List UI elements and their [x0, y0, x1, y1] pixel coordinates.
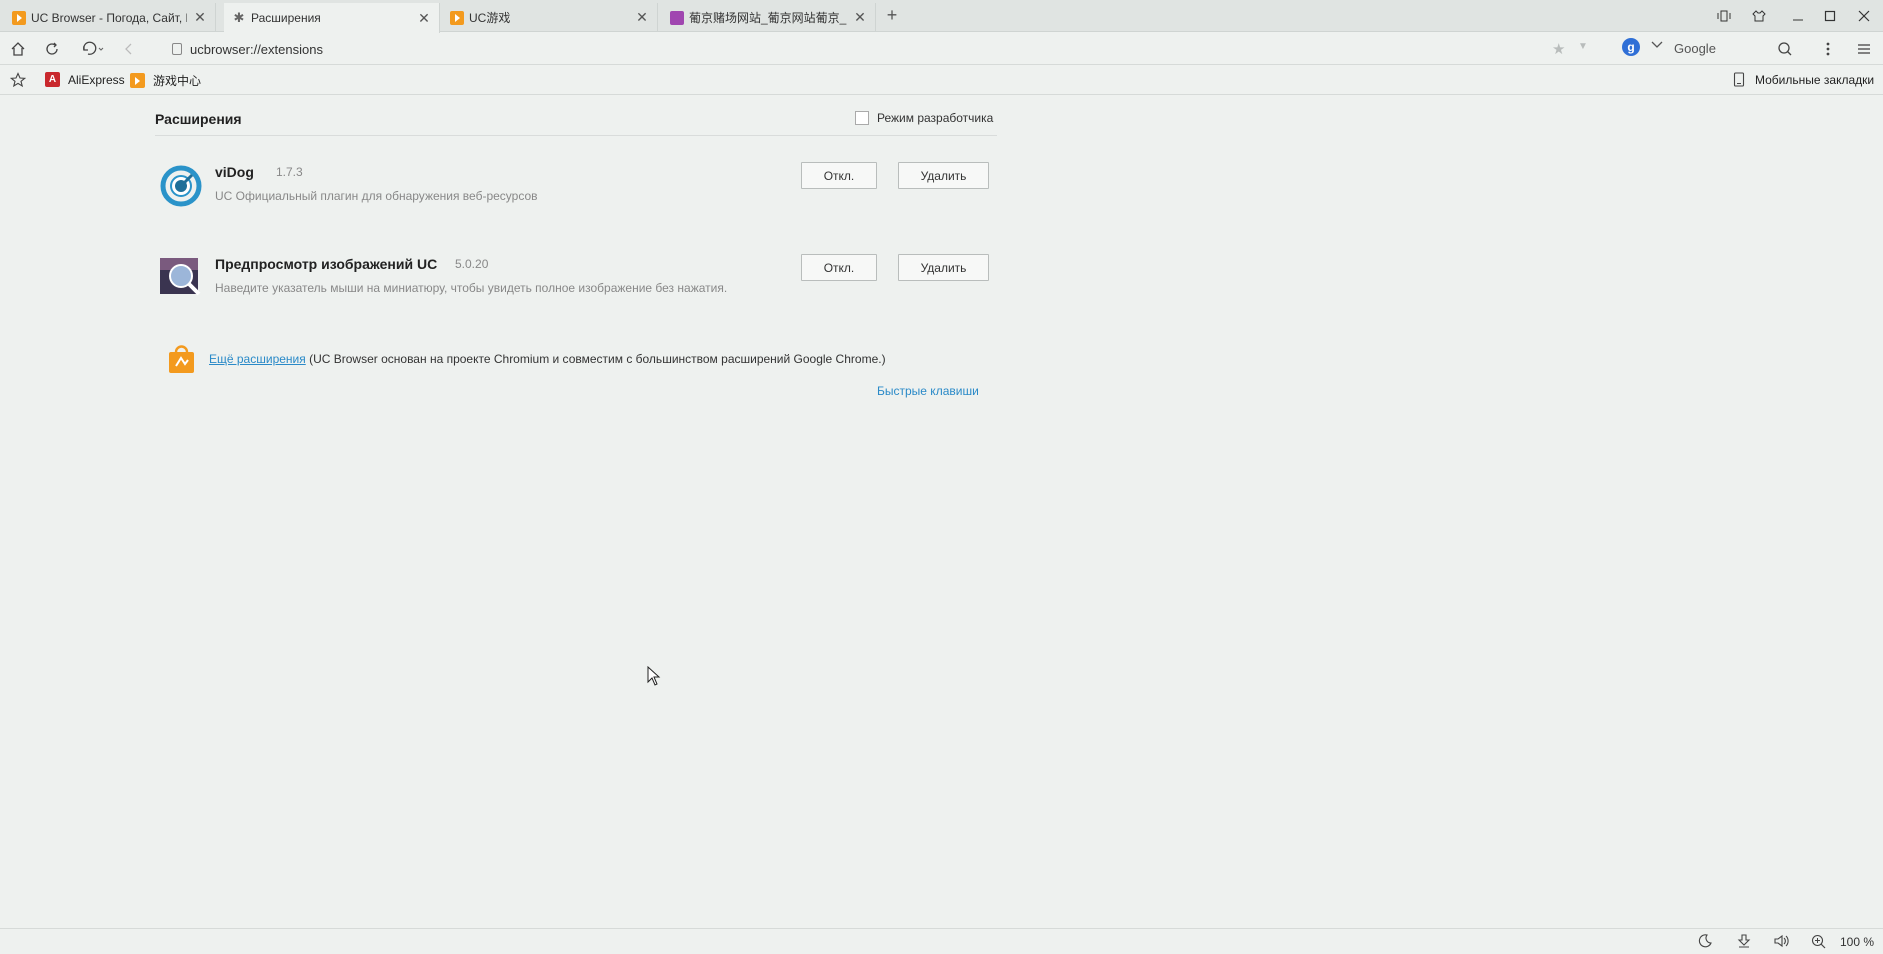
- bookmarks-bar: A AliExpress 游戏中心 Мобильные закладки: [0, 66, 1883, 95]
- tab-site[interactable]: 葡京赌场网站_葡京网站葡京_ ✕: [662, 3, 876, 32]
- extension-version: 1.7.3: [276, 165, 303, 179]
- hotkeys-link[interactable]: Быстрые клавиши: [877, 384, 979, 398]
- sound-icon[interactable]: [1774, 934, 1790, 948]
- menu-dots-icon[interactable]: [1817, 39, 1839, 59]
- chromium-note: (UC Browser основан на проекте Chromium …: [305, 352, 886, 366]
- status-bar: 100 %: [0, 928, 1883, 954]
- site-favicon-icon: [670, 10, 684, 25]
- extension-icon: ✱: [233, 10, 245, 25]
- home-icon[interactable]: [7, 39, 29, 59]
- tab-title: UC游戏: [469, 11, 511, 25]
- developer-mode-label: Режим разработчика: [877, 111, 994, 125]
- bookmark-game-center[interactable]: 游戏中心: [130, 72, 201, 89]
- close-tab-icon[interactable]: ✕: [635, 9, 649, 26]
- bookmark-label: 游戏中心: [153, 74, 202, 88]
- tab-title: UC Browser - Погода, Сайт, Н: [31, 10, 187, 25]
- extension-item-image-preview: Предпросмотр изображений UC 5.0.20 Навед…: [155, 254, 997, 316]
- image-preview-icon: [160, 258, 201, 296]
- undo-close-icon[interactable]: [78, 39, 108, 59]
- extension-name: Предпросмотр изображений UC: [215, 256, 438, 272]
- remove-button[interactable]: Удалить: [898, 254, 989, 281]
- night-mode-icon[interactable]: [1698, 934, 1712, 948]
- extension-name: viDog: [215, 164, 254, 180]
- page-info-icon[interactable]: [172, 43, 182, 55]
- extension-description: Наведите указатель мыши на миниатюру, чт…: [215, 281, 728, 295]
- reload-icon[interactable]: [41, 39, 63, 59]
- developer-mode-checkbox[interactable]: [855, 111, 869, 125]
- zoom-level[interactable]: 100 %: [1840, 935, 1874, 949]
- mouse-cursor-icon: [647, 666, 661, 686]
- minimize-icon[interactable]: [1787, 6, 1809, 26]
- mobile-bookmarks[interactable]: Мобильные закладки: [1733, 72, 1874, 87]
- bookmark-label: AliExpress: [68, 72, 125, 87]
- remove-button[interactable]: Удалить: [898, 162, 989, 189]
- new-tab-button[interactable]: +: [882, 5, 902, 26]
- vidog-icon: [160, 165, 202, 207]
- page-title: Расширения: [155, 111, 242, 127]
- tab-uc-browser[interactable]: UC Browser - Погода, Сайт, Н ✕: [4, 3, 216, 32]
- disable-button[interactable]: Откл.: [801, 162, 877, 189]
- bookmark-star-icon[interactable]: [10, 72, 26, 88]
- extension-item-vidog: viDog 1.7.3 UC Официальный плагин для об…: [155, 162, 997, 224]
- developer-mode-toggle[interactable]: Режим разработчика: [855, 111, 993, 125]
- download-icon[interactable]: [1737, 934, 1751, 948]
- close-tab-icon[interactable]: ✕: [417, 10, 431, 27]
- extension-store-icon[interactable]: [167, 344, 196, 374]
- more-extensions-note: Ещё расширения (UC Browser основан на пр…: [209, 352, 886, 366]
- extensions-page: Расширения Режим разработчика viDog 1.7.…: [0, 96, 1883, 928]
- uc-browser-icon: [12, 10, 26, 25]
- tab-title: Расширения: [251, 11, 321, 25]
- search-input[interactable]: Google: [1674, 41, 1716, 56]
- bookmark-label: Мобильные закладки: [1755, 72, 1875, 87]
- address-url[interactable]: ucbrowser://extensions: [190, 42, 323, 57]
- bookmark-star-icon[interactable]: ★: [1552, 40, 1565, 58]
- uc-browser-icon: [130, 73, 145, 88]
- close-tab-icon[interactable]: ✕: [853, 9, 867, 26]
- bookmark-aliexpress[interactable]: A AliExpress: [45, 72, 125, 87]
- extension-description: UC Официальный плагин для обнаружения ве…: [215, 189, 538, 203]
- close-tab-icon[interactable]: ✕: [193, 9, 207, 26]
- tab-extensions[interactable]: ✱ Расширения ✕: [224, 3, 440, 33]
- navigation-bar: ucbrowser://extensions: [0, 33, 1883, 65]
- back-icon[interactable]: [118, 39, 140, 59]
- chevron-down-icon[interactable]: ▼: [1578, 41, 1588, 52]
- search-engine-icon[interactable]: g: [1622, 38, 1640, 56]
- tab-strip: UC Browser - Погода, Сайт, Н ✕ ✱ Расшире…: [0, 0, 1883, 33]
- chevron-down-icon[interactable]: [1651, 40, 1663, 52]
- search-icon[interactable]: [1774, 39, 1796, 59]
- tab-uc-games[interactable]: UC游戏 ✕: [442, 3, 658, 32]
- skin-icon[interactable]: [1748, 6, 1770, 26]
- split-screen-icon[interactable]: [1713, 6, 1735, 26]
- divider: [155, 135, 997, 136]
- close-window-icon[interactable]: [1853, 6, 1875, 26]
- more-extensions-link[interactable]: Ещё расширения: [209, 352, 306, 366]
- address-bar[interactable]: ucbrowser://extensions: [160, 40, 1540, 60]
- uc-browser-icon: [450, 10, 464, 25]
- aliexpress-icon: A: [45, 72, 60, 87]
- main-menu-icon[interactable]: [1853, 39, 1875, 59]
- mobile-icon: [1733, 72, 1745, 87]
- zoom-icon[interactable]: [1811, 934, 1826, 949]
- maximize-icon[interactable]: [1819, 6, 1841, 26]
- tab-title: 葡京赌场网站_葡京网站葡京_: [689, 11, 847, 25]
- extension-version: 5.0.20: [455, 257, 489, 271]
- disable-button[interactable]: Откл.: [801, 254, 877, 281]
